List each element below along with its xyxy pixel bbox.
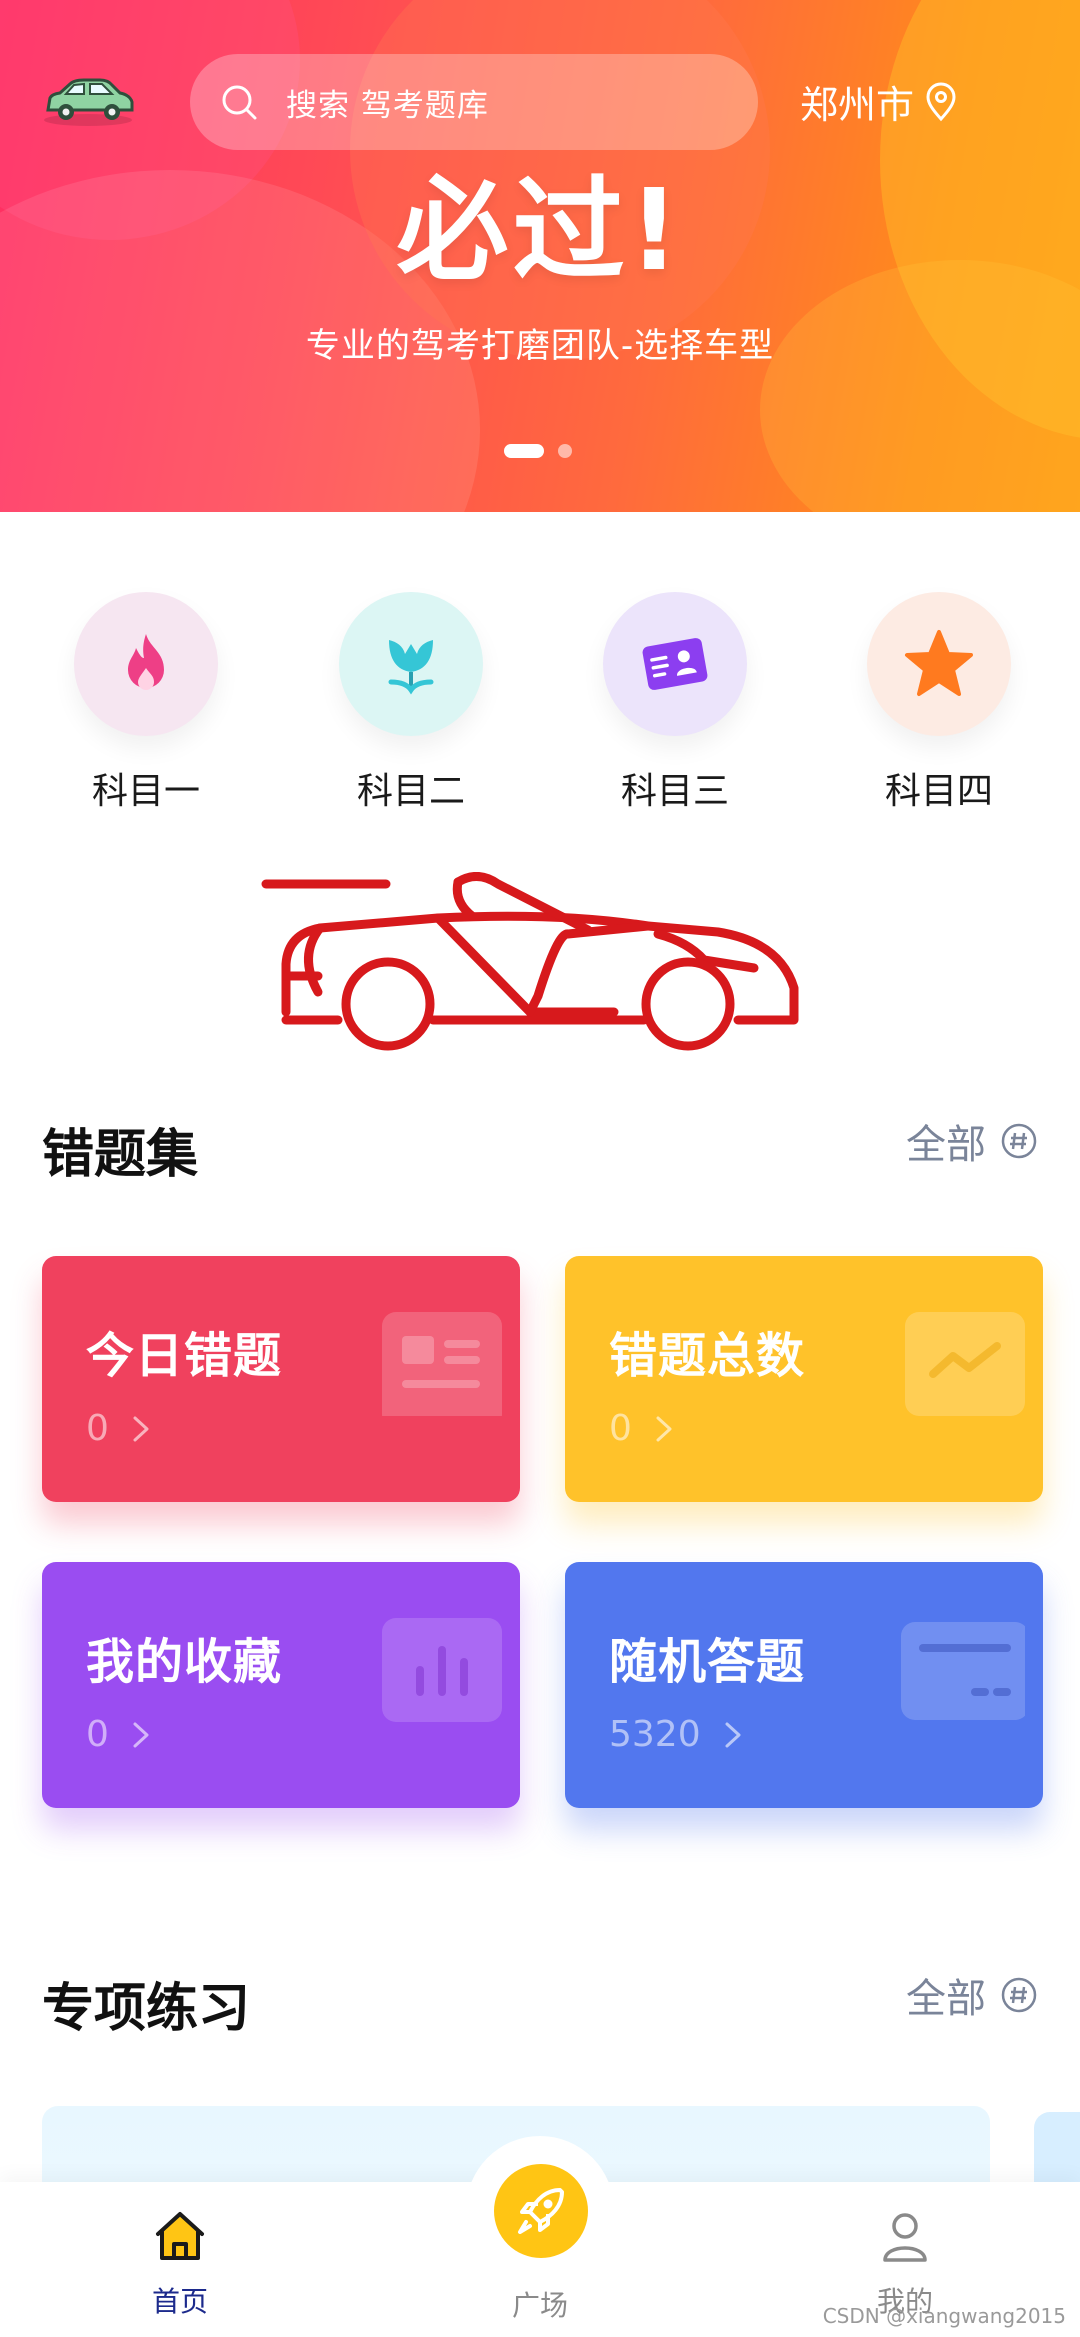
chevron-right-icon	[725, 1722, 741, 1747]
hash-icon	[1001, 1123, 1037, 1159]
city-selector[interactable]: 郑州市	[800, 74, 960, 129]
card-title: 今日错题	[86, 1328, 283, 1384]
card-icon	[901, 1622, 1025, 1720]
chevron-right-icon	[133, 1722, 149, 1747]
hero-banner[interactable]: 搜索 驾考题库 郑州市 必过! 专业的驾考打磨团队-选择车型	[0, 0, 1080, 512]
trend-icon	[905, 1312, 1025, 1416]
news-icon	[382, 1312, 502, 1416]
bar-chart-icon	[382, 1618, 502, 1722]
subject-label: 科目三	[620, 771, 729, 812]
special-practice-all-link[interactable]: 全部	[906, 1966, 1038, 2024]
subject-two[interactable]: 科目二	[311, 592, 511, 814]
card-count: 0	[86, 1408, 151, 1449]
card-title: 我的收藏	[86, 1634, 283, 1690]
subject-label: 科目二	[356, 771, 465, 812]
star-icon	[905, 630, 973, 696]
subject-four[interactable]: 科目四	[839, 592, 1039, 814]
all-label: 全部	[906, 1976, 986, 2022]
count-value: 5320	[609, 1714, 701, 1755]
my-favorites-card[interactable]: 我的收藏 0	[42, 1562, 520, 1808]
nav-label: 广场	[511, 2289, 568, 2322]
subject-grid: 科目一 科目二 科目三 科目四	[0, 592, 1080, 822]
card-count: 0	[86, 1714, 151, 1755]
search-placeholder: 搜索 驾考题库	[286, 87, 489, 124]
count-value: 0	[86, 1408, 109, 1449]
flame-icon	[128, 634, 164, 690]
subject-icon-circle	[339, 592, 483, 736]
subject-one[interactable]: 科目一	[46, 592, 246, 814]
home-icon	[156, 2212, 204, 2260]
banner-subtitle: 专业的驾考打磨团队-选择车型	[305, 326, 775, 366]
hash-icon	[1001, 1977, 1037, 2013]
special-practice-title: 专项练习	[42, 1979, 251, 2039]
search-icon	[222, 85, 257, 120]
subject-label: 科目四	[884, 771, 993, 812]
all-label: 全部	[906, 1122, 986, 1168]
random-quiz-card[interactable]: 随机答题 5320	[565, 1562, 1043, 1808]
subject-icon-circle	[867, 592, 1011, 736]
wrong-set-all-link[interactable]: 全部	[906, 1112, 1038, 1170]
nav-label: 首页	[151, 2285, 208, 2318]
count-value: 0	[609, 1408, 632, 1449]
wrong-set-title: 错题集	[42, 1125, 199, 1185]
car-logo-icon[interactable]	[40, 72, 136, 128]
location-pin-icon	[926, 82, 956, 121]
today-wrong-card[interactable]: 今日错题 0	[42, 1256, 520, 1502]
carousel-indicator	[504, 444, 586, 458]
rocket-icon	[518, 2188, 564, 2234]
card-title: 错题总数	[609, 1328, 806, 1384]
count-value: 0	[86, 1714, 109, 1755]
nav-square-button[interactable]	[494, 2164, 588, 2258]
card-title: 随机答题	[609, 1634, 806, 1690]
carousel-dot-active[interactable]	[504, 444, 544, 458]
user-icon	[883, 2213, 927, 2262]
total-wrong-card[interactable]: 错题总数 0	[565, 1256, 1043, 1502]
subject-three[interactable]: 科目三	[575, 592, 775, 814]
subject-icon-circle	[74, 592, 218, 736]
card-count: 0	[609, 1408, 674, 1449]
card-count: 5320	[609, 1714, 743, 1755]
chevron-right-icon	[133, 1416, 149, 1441]
watermark: CSDN @xiangwang2015	[822, 2304, 1066, 2328]
carousel-dot[interactable]	[558, 444, 572, 458]
banner-title: 必过!	[396, 166, 684, 296]
chevron-right-icon	[656, 1416, 672, 1441]
tulip-icon	[388, 640, 434, 695]
convertible-car-icon	[261, 872, 799, 1051]
nav-mine[interactable]: 我的	[805, 2206, 1005, 2320]
subject-icon-circle	[603, 592, 747, 736]
id-card-icon	[642, 638, 708, 690]
subject-label: 科目一	[91, 771, 200, 812]
city-label: 郑州市	[800, 83, 915, 127]
search-bar[interactable]: 搜索 驾考题库	[190, 54, 758, 150]
nav-home[interactable]: 首页	[80, 2206, 280, 2320]
